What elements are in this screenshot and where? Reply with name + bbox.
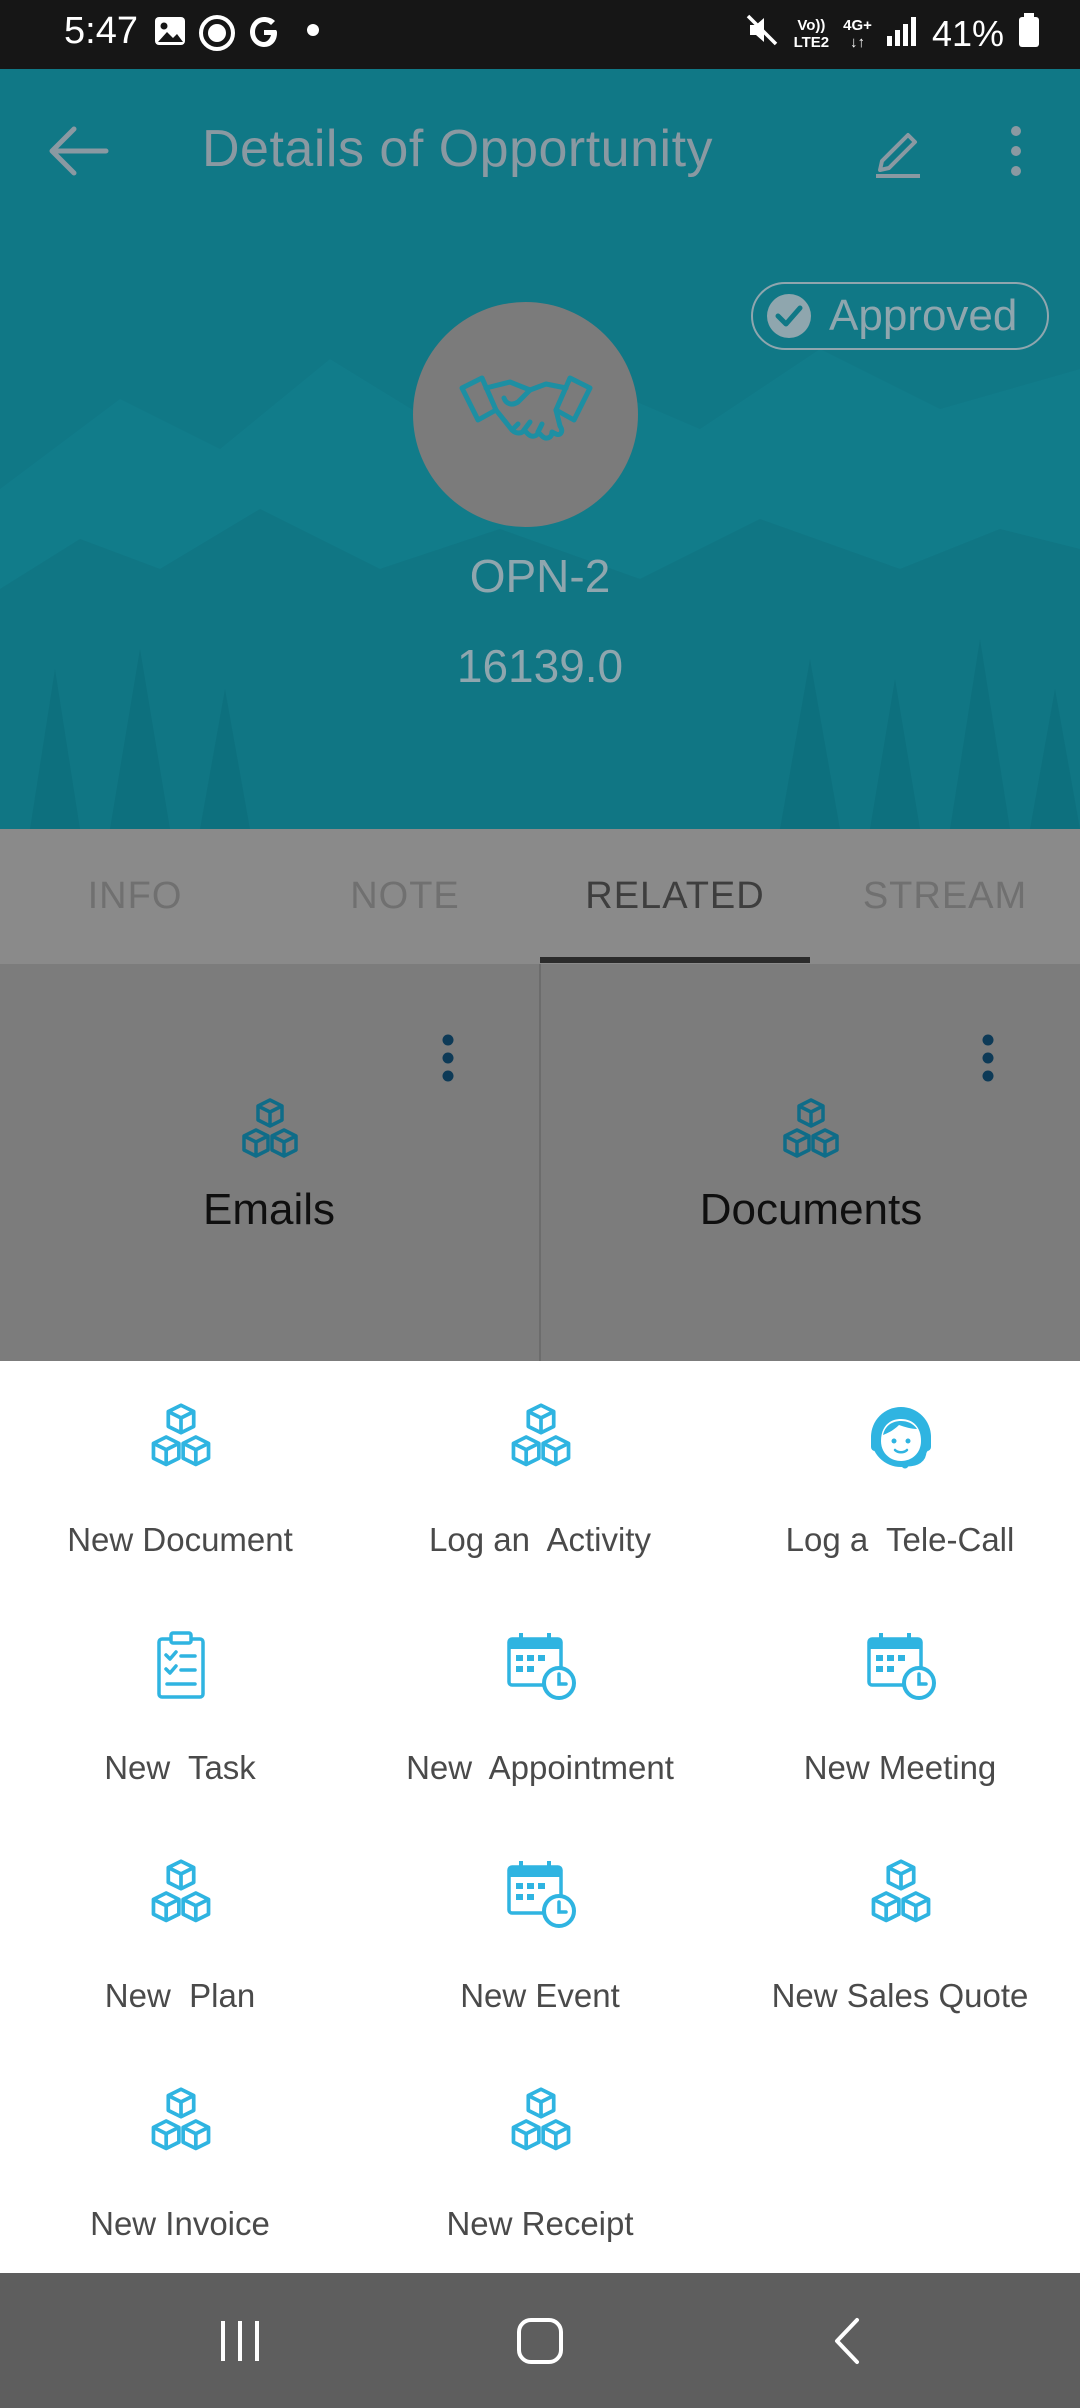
opportunity-id: OPN-2 — [469, 550, 611, 602]
cubes-icon — [777, 1096, 845, 1169]
new-receipt-action[interactable]: New Receipt — [360, 2045, 720, 2245]
action-label: New Receipt — [446, 2205, 634, 2242]
action-label: New Task — [104, 1749, 256, 1786]
card-emails[interactable]: Emails — [0, 964, 538, 1361]
log-tele-call-action[interactable]: Log a Tele-Call — [720, 1361, 1080, 1561]
opportunity-avatar — [413, 302, 638, 527]
action-sheet: New Document Log an Activity Log a Tele-… — [0, 1361, 1080, 2273]
cubes-icon — [865, 1857, 937, 1929]
action-label: New Appointment — [406, 1749, 674, 1786]
status-badge-label: Approved — [829, 291, 1018, 340]
status-badge: Approved — [751, 282, 1049, 350]
card-label: Emails — [202, 1185, 336, 1234]
cubes-icon — [236, 1096, 304, 1169]
active-tab-indicator — [540, 957, 810, 963]
action-label: Log an Activity — [429, 1521, 651, 1558]
card-documents[interactable]: Documents — [542, 964, 1080, 1361]
action-label: Log a Tele-Call — [785, 1521, 1015, 1558]
action-label: New Sales Quote — [771, 1977, 1029, 2014]
new-document-action[interactable]: New Document — [0, 1361, 360, 1561]
system-nav-bar — [0, 2273, 1080, 2408]
mute-icon — [744, 12, 780, 57]
action-label: New Meeting — [803, 1749, 997, 1786]
tab-stream[interactable]: STREAM — [810, 829, 1080, 964]
volte-indicator: Vo)) LTE2 — [793, 17, 830, 51]
action-label: New Plan — [104, 1977, 256, 2014]
battery-text: 41% — [931, 13, 1004, 54]
calendar-clock-icon — [865, 1629, 937, 1701]
handshake-icon — [459, 375, 592, 441]
recent-apps-button[interactable] — [200, 2273, 280, 2408]
headset-agent-icon — [865, 1401, 937, 1473]
back-button[interactable] — [44, 123, 114, 184]
hub-icon — [198, 14, 236, 57]
back-nav-button[interactable] — [806, 2273, 886, 2408]
tab-related[interactable]: RELATED — [540, 829, 810, 964]
card-label: Documents — [699, 1185, 923, 1234]
net-type-indicator: 4G+ ↓↑ — [843, 17, 872, 51]
signal-icon — [886, 13, 918, 55]
gallery-icon — [153, 14, 187, 53]
more-options-button[interactable] — [1004, 121, 1028, 186]
home-button[interactable] — [500, 2273, 580, 2408]
status-time: 5:47 — [64, 10, 138, 52]
opportunity-value: 16139.0 — [456, 640, 624, 692]
cubes-icon — [145, 1401, 217, 1473]
action-label: New Document — [67, 1521, 293, 1558]
card-menu-button[interactable] — [978, 1032, 998, 1089]
status-right: Vo)) LTE2 4G+ ↓↑ 41% — [744, 8, 1040, 60]
cubes-icon — [145, 2085, 217, 2157]
edit-button[interactable] — [868, 121, 928, 186]
calendar-clock-icon — [505, 1629, 577, 1701]
new-meeting-action[interactable]: New Meeting — [720, 1589, 1080, 1789]
opportunity-header: Details of Opportunity Approved OPN-2 16… — [0, 69, 1080, 829]
new-sales-quote-action[interactable]: New Sales Quote — [720, 1817, 1080, 2017]
new-appointment-action[interactable]: New Appointment — [360, 1589, 720, 1789]
new-invoice-action[interactable]: New Invoice — [0, 2045, 360, 2245]
calendar-clock-icon — [505, 1857, 577, 1929]
related-cards: Emails Documents — [0, 964, 1080, 1361]
new-event-action[interactable]: New Event — [360, 1817, 720, 2017]
action-label: New Event — [460, 1977, 620, 2014]
page-title: Details of Opportunity — [202, 120, 714, 178]
action-label: New Invoice — [90, 2205, 270, 2242]
tab-info[interactable]: INFO — [0, 829, 270, 964]
tab-note[interactable]: NOTE — [270, 829, 540, 964]
clipboard-checklist-icon — [145, 1629, 217, 1701]
cubes-icon — [505, 1401, 577, 1473]
card-divider — [539, 964, 541, 1361]
new-plan-action[interactable]: New Plan — [0, 1817, 360, 2017]
google-icon — [246, 14, 282, 55]
cubes-icon — [505, 2085, 577, 2157]
notification-dot-icon — [305, 22, 321, 43]
check-circle-icon — [767, 294, 811, 338]
card-menu-button[interactable] — [438, 1032, 458, 1089]
tab-bar: INFO NOTE RELATED STREAM — [0, 829, 1080, 964]
cubes-icon — [145, 1857, 217, 1929]
log-activity-action[interactable]: Log an Activity — [360, 1361, 720, 1561]
battery-icon — [1018, 12, 1040, 57]
new-task-action[interactable]: New Task — [0, 1589, 360, 1789]
status-bar: 5:47 Vo)) LTE2 4G+ ↓↑ 41% — [0, 0, 1080, 69]
